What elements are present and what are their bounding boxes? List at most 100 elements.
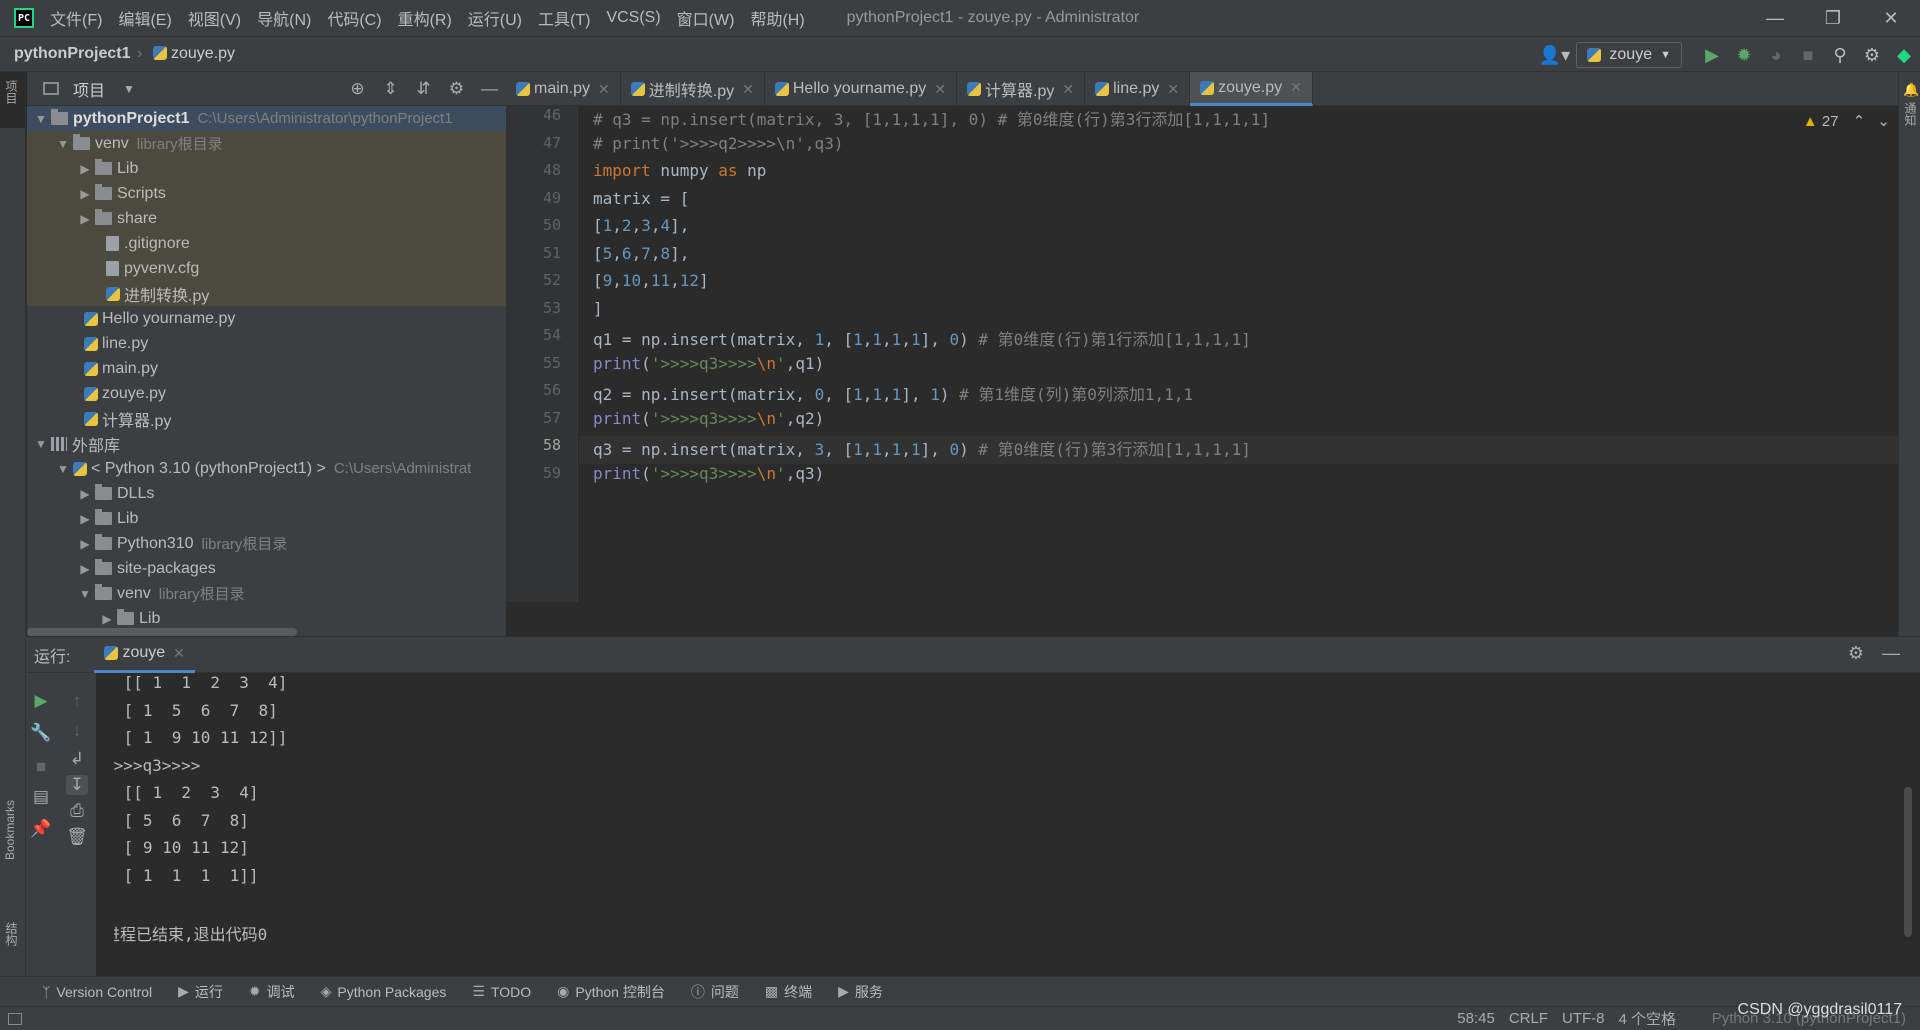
chevron-right-icon[interactable]: ▶ bbox=[75, 537, 95, 551]
tree-item-venv[interactable]: ▼ venv library根目录 bbox=[27, 131, 506, 156]
project-tool-button[interactable]: 项目 bbox=[0, 72, 25, 128]
tool-problems[interactable]: ⓘ 问题 bbox=[691, 982, 739, 1002]
chevron-right-icon[interactable]: ▶ bbox=[75, 212, 95, 226]
indent-setting[interactable]: 4 个空格 bbox=[1618, 1008, 1676, 1029]
code-line[interactable]: [1,2,3,4], bbox=[579, 216, 1909, 244]
code-line[interactable]: import numpy as np bbox=[579, 161, 1909, 189]
tab-base-convert[interactable]: 进制转换.py ✕ bbox=[621, 72, 765, 106]
tool-todo[interactable]: ☰ TODO bbox=[472, 983, 531, 1000]
tool-debug[interactable]: ✹ 调试 bbox=[249, 982, 295, 1002]
console-output[interactable]: [[ 1 1 2 3 4] [ 1 5 6 7 8] [ 1 9 10 11 1… bbox=[114, 673, 1894, 977]
chevron-down-icon[interactable]: ▼ bbox=[123, 82, 135, 96]
stop-icon[interactable]: ■ bbox=[1792, 45, 1824, 66]
code-line[interactable]: ] bbox=[579, 299, 1909, 327]
soft-wrap-icon[interactable]: ↲ bbox=[66, 749, 88, 769]
chevron-right-icon[interactable]: ▶ bbox=[97, 612, 117, 626]
locate-icon[interactable]: ⊕ bbox=[341, 79, 374, 99]
tab-hello[interactable]: Hello yourname.py ✕ bbox=[765, 72, 957, 106]
gear-icon[interactable]: ⚙ bbox=[1848, 643, 1864, 664]
tool-version-control[interactable]: ᛉ Version Control bbox=[42, 984, 152, 1000]
tree-item-site-packages[interactable]: ▶ site-packages bbox=[27, 556, 506, 581]
tool-python-packages[interactable]: ◈ Python Packages bbox=[321, 983, 447, 1000]
up-arrow-icon[interactable]: ↑ bbox=[66, 691, 88, 711]
run-icon[interactable]: ▶ bbox=[1696, 45, 1728, 66]
chevron-right-icon[interactable]: ▶ bbox=[75, 487, 95, 501]
tab-zouye[interactable]: zouye.py ✕ bbox=[1190, 72, 1313, 106]
down-arrow-icon[interactable]: ↓ bbox=[66, 721, 88, 741]
pin-icon[interactable]: 📌 bbox=[30, 819, 52, 839]
menu-navigate[interactable]: 导航(N) bbox=[257, 6, 311, 30]
run-tab-zouye[interactable]: zouye ✕ bbox=[94, 637, 195, 673]
tree-item-hello[interactable]: Hello yourname.py bbox=[27, 306, 506, 331]
tree-item-calculator[interactable]: 计算器.py bbox=[27, 406, 506, 431]
tree-item-project-root[interactable]: ▼ pythonProject1 C:\Users\Administrator\… bbox=[27, 106, 506, 131]
breadcrumb-project[interactable]: pythonProject1 bbox=[14, 45, 130, 63]
tool-services[interactable]: ▶ 服务 bbox=[838, 982, 883, 1002]
tree-item-scripts[interactable]: ▶ Scripts bbox=[27, 181, 506, 206]
code-line[interactable]: [9,10,11,12] bbox=[579, 271, 1909, 299]
gear-icon[interactable]: ⚙ bbox=[1856, 45, 1888, 66]
structure-tool-label[interactable]: 结构 bbox=[3, 922, 20, 946]
code-line[interactable]: print('>>>>q3>>>>\n',q3) bbox=[579, 464, 1909, 492]
code-line[interactable]: # print('>>>>q2>>>>\n',q3) bbox=[579, 134, 1909, 162]
menu-vcs[interactable]: VCS(S) bbox=[606, 9, 660, 27]
close-icon[interactable]: ✕ bbox=[173, 645, 185, 662]
code-line[interactable]: # q3 = np.insert(matrix, 3, [1,1,1,1], 0… bbox=[579, 106, 1909, 134]
horizontal-scrollbar[interactable] bbox=[27, 628, 297, 636]
tab-main[interactable]: main.py ✕ bbox=[506, 72, 621, 106]
tool-python-console[interactable]: ◉ Python 控制台 bbox=[557, 982, 665, 1002]
jetbrains-icon[interactable]: ◆ bbox=[1888, 45, 1920, 66]
tree-item-external-libs[interactable]: ▼ 外部库 bbox=[27, 431, 506, 456]
file-encoding[interactable]: UTF-8 bbox=[1562, 1010, 1605, 1027]
menu-view[interactable]: 视图(V) bbox=[188, 6, 241, 30]
tree-item-lib[interactable]: ▶ Lib bbox=[27, 156, 506, 181]
menu-window[interactable]: 窗口(W) bbox=[677, 6, 735, 30]
menu-tools[interactable]: 工具(T) bbox=[538, 6, 590, 30]
code-line[interactable]: matrix = [ bbox=[579, 189, 1909, 217]
tree-item-main[interactable]: main.py bbox=[27, 356, 506, 381]
coverage-icon[interactable]: ◕ bbox=[1760, 45, 1792, 66]
tree-item-python310[interactable]: ▶ Python310 library根目录 bbox=[27, 531, 506, 556]
chevron-right-icon[interactable]: ▶ bbox=[75, 562, 95, 576]
trash-icon[interactable]: 🗑 bbox=[66, 827, 88, 847]
code-line[interactable]: q1 = np.insert(matrix, 1, [1,1,1,1], 0) … bbox=[579, 326, 1909, 354]
chevron-down-icon[interactable]: ▼ bbox=[53, 137, 73, 151]
bell-icon[interactable]: 🔔 bbox=[1903, 82, 1919, 98]
expand-all-icon[interactable]: ⇕ bbox=[374, 79, 407, 99]
user-icon[interactable]: 👤▾ bbox=[1532, 45, 1576, 66]
tool-run[interactable]: ▶ 运行 bbox=[178, 982, 223, 1002]
tool-terminal[interactable]: ▩ 终端 bbox=[765, 982, 812, 1002]
menu-edit[interactable]: 编辑(E) bbox=[118, 6, 171, 30]
minimize-icon[interactable]: — bbox=[1746, 0, 1804, 36]
close-icon[interactable]: ✕ bbox=[1062, 81, 1074, 98]
code-area[interactable]: # q3 = np.insert(matrix, 3, [1,1,1,1], 0… bbox=[579, 106, 1909, 602]
line-separator[interactable]: CRLF bbox=[1509, 1010, 1548, 1027]
hide-icon[interactable]: — bbox=[1882, 643, 1900, 664]
panel-toggle-icon[interactable] bbox=[8, 1012, 22, 1025]
tree-item-sdk-lib[interactable]: ▶ Lib bbox=[27, 506, 506, 531]
code-line-current[interactable]: q3 = np.insert(matrix, 3, [1,1,1,1], 0) … bbox=[579, 436, 1909, 464]
bookmarks-tool-label[interactable]: Bookmarks bbox=[3, 800, 17, 860]
scroll-to-end-icon[interactable]: ↧ bbox=[66, 775, 88, 795]
notifications-tool-label[interactable]: 通知 bbox=[1902, 102, 1919, 126]
cursor-position[interactable]: 58:45 bbox=[1457, 1010, 1495, 1027]
chevron-down-icon[interactable]: ▼ bbox=[31, 112, 51, 126]
inspection-widget[interactable]: ▲ 27 ⌃ ⌄ bbox=[1803, 112, 1890, 130]
close-icon[interactable]: ✕ bbox=[1167, 81, 1179, 98]
tree-item-sdk-venv[interactable]: ▼ venv library根目录 bbox=[27, 581, 506, 606]
chevron-right-icon[interactable]: ▶ bbox=[75, 162, 95, 176]
previous-highlight-icon[interactable]: ⌃ bbox=[1853, 113, 1866, 130]
menu-run[interactable]: 运行(U) bbox=[468, 6, 522, 30]
tab-calculator[interactable]: 计算器.py ✕ bbox=[957, 72, 1086, 106]
chevron-down-icon[interactable]: ▼ bbox=[53, 462, 73, 476]
project-panel-title[interactable]: 项目 bbox=[73, 77, 105, 101]
chevron-down-icon[interactable]: ▼ bbox=[31, 437, 51, 451]
tree-item-pyvenv[interactable]: pyvenv.cfg bbox=[27, 256, 506, 281]
chevron-right-icon[interactable]: ▶ bbox=[75, 187, 95, 201]
close-icon[interactable]: ✕ bbox=[742, 81, 754, 98]
tree-item-line[interactable]: line.py bbox=[27, 331, 506, 356]
debug-icon[interactable]: ✹ bbox=[1728, 45, 1760, 66]
run-config-select[interactable]: zouye ▼ bbox=[1576, 42, 1682, 68]
stop-icon[interactable]: ■ bbox=[30, 757, 52, 777]
breadcrumb-file[interactable]: zouye.py bbox=[153, 45, 235, 63]
